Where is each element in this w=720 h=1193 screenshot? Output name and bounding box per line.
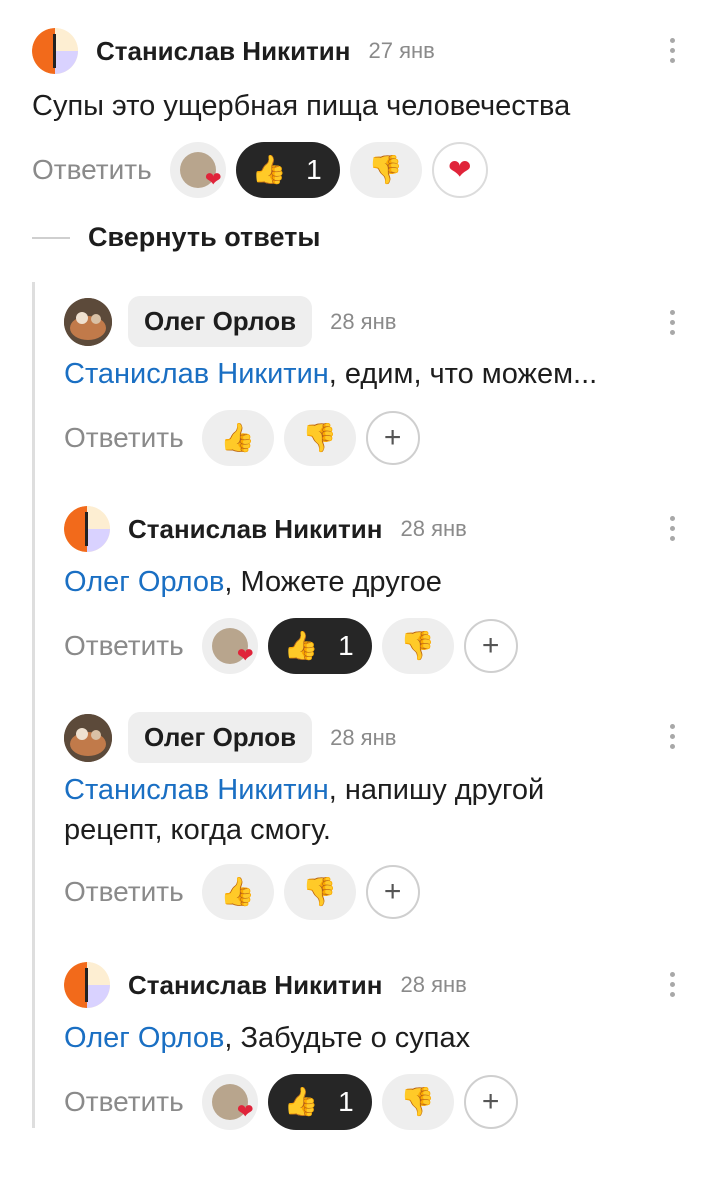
author-name[interactable]: Олег Орлов: [128, 296, 313, 347]
thumbs-down-icon: 👎: [400, 1086, 436, 1117]
avatar[interactable]: [64, 506, 110, 552]
comment-text: Олег Орлов, Забудьте о супах: [64, 1022, 471, 1054]
add-reaction-button[interactable]: +: [365, 411, 420, 465]
more-vertical-icon[interactable]: [668, 310, 676, 335]
author-name[interactable]: Станислав Никитин: [128, 970, 382, 1001]
add-reaction-button[interactable]: +: [365, 865, 420, 919]
thumbs-up-icon: 👍: [283, 630, 319, 661]
thumbs-up-icon: 👍: [220, 876, 256, 907]
like-button[interactable]: 👍: [201, 864, 274, 920]
avatar[interactable]: [64, 713, 112, 762]
thumbs-up-icon: 👍: [251, 154, 287, 185]
comment-text: Станислав Никитин, едим, что можем...: [64, 358, 598, 390]
more-vertical-icon[interactable]: [668, 972, 676, 997]
thumbs-up-icon: 👍: [220, 422, 256, 453]
reply-button[interactable]: Ответить: [64, 630, 184, 662]
plus-icon: +: [383, 875, 402, 908]
thumbs-down-icon: 👎: [302, 422, 338, 453]
mention-link[interactable]: Олег Орлов: [64, 566, 224, 598]
dislike-button[interactable]: 👎: [381, 1074, 454, 1130]
comment-date: 28 янв: [400, 516, 467, 541]
heart-reaction-button[interactable]: ❤: [431, 142, 488, 198]
mention-link[interactable]: Олег Орлов: [64, 1022, 224, 1054]
author-name[interactable]: Станислав Никитин: [96, 36, 350, 67]
dislike-button[interactable]: 👎: [283, 410, 356, 466]
author-name[interactable]: Станислав Никитин: [128, 514, 382, 545]
reply-button[interactable]: Ответить: [64, 422, 184, 454]
comment-date: 27 янв: [368, 38, 435, 63]
avatar[interactable]: [64, 962, 110, 1008]
like-button[interactable]: 👍: [201, 410, 274, 466]
reply-button[interactable]: Ответить: [64, 876, 184, 908]
more-vertical-icon[interactable]: [668, 724, 676, 749]
like-button[interactable]: 👍 1: [267, 1074, 372, 1130]
thumbs-down-icon: 👎: [368, 154, 404, 185]
thread-line: [32, 282, 35, 1128]
more-vertical-icon[interactable]: [668, 516, 676, 541]
plus-icon: +: [481, 629, 500, 662]
reactors-avatar[interactable]: ❤: [201, 618, 258, 674]
like-count: 1: [306, 154, 322, 185]
reply-button[interactable]: Ответить: [64, 1086, 184, 1118]
comment-text: Супы это ущербная пища человечества: [32, 90, 571, 122]
like-count: 1: [338, 630, 354, 661]
avatar[interactable]: [64, 297, 112, 346]
thumbs-up-icon: 👍: [283, 1086, 319, 1117]
comment-date: 28 янв: [330, 308, 397, 334]
reactors-avatar[interactable]: ❤: [201, 1074, 258, 1130]
dislike-button[interactable]: 👎: [283, 864, 356, 920]
reply-button[interactable]: Ответить: [32, 154, 152, 186]
plus-icon: +: [383, 421, 402, 454]
collapse-replies-button[interactable]: Свернуть ответы: [32, 222, 320, 253]
heart-icon: ❤: [447, 154, 472, 185]
dislike-button[interactable]: 👎: [381, 618, 454, 674]
thumbs-down-icon: 👎: [302, 876, 338, 907]
like-count: 1: [338, 1086, 354, 1117]
like-button[interactable]: 👍 1: [235, 142, 340, 198]
add-reaction-button[interactable]: +: [463, 1075, 518, 1129]
avatar[interactable]: [32, 28, 78, 74]
like-button[interactable]: 👍 1: [267, 618, 372, 674]
mention-link[interactable]: Станислав Никитин: [64, 774, 329, 806]
collapse-replies-label: Свернуть ответы: [88, 222, 321, 252]
plus-icon: +: [481, 1085, 500, 1118]
comment-date: 28 янв: [330, 724, 397, 750]
reactors-avatar[interactable]: ❤: [169, 142, 226, 198]
thumbs-down-icon: 👎: [400, 630, 436, 661]
comment-text: Станислав Никитин, напишу другой рецепт,…: [64, 774, 545, 846]
mention-link[interactable]: Станислав Никитин: [64, 358, 329, 390]
author-name[interactable]: Олег Орлов: [128, 712, 313, 763]
comment-text: Олег Орлов, Можете другое: [64, 566, 442, 598]
comment-date: 28 янв: [400, 972, 467, 997]
add-reaction-button[interactable]: +: [463, 619, 518, 673]
dislike-button[interactable]: 👎: [349, 142, 422, 198]
more-vertical-icon[interactable]: [668, 38, 676, 63]
